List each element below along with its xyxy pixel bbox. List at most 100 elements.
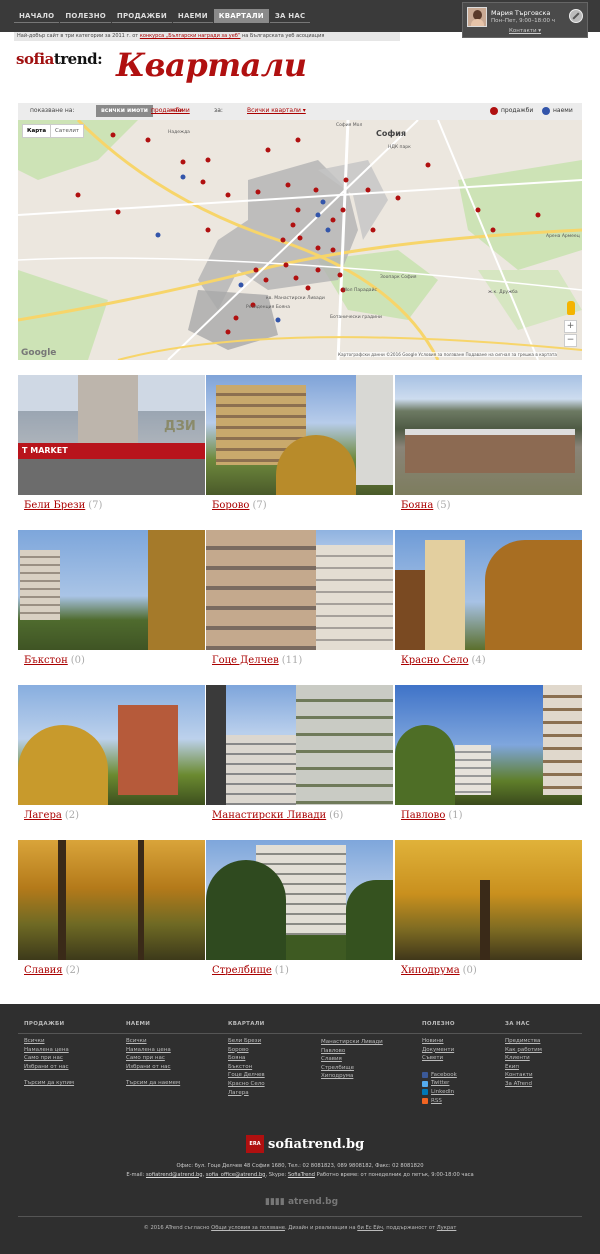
footer-brand[interactable]: ERA sofiatrend.bg [246, 1135, 364, 1153]
district-name[interactable]: Лагера [24, 810, 62, 821]
footer-about-link[interactable]: Как работим [505, 1046, 542, 1055]
map-type-map[interactable]: Карта [23, 125, 52, 137]
district-photo[interactable] [395, 375, 582, 495]
district-tile[interactable]: Стрелбище (1) [206, 840, 393, 976]
footer-about-link[interactable]: За ATrend [505, 1080, 542, 1089]
footer-useful-link[interactable]: Новини [422, 1037, 457, 1046]
footer-rents-link[interactable]: Всички [126, 1037, 180, 1046]
district-name[interactable]: Красно Село [401, 655, 469, 666]
email-link-1[interactable]: sofiatrend@atrend.bg [146, 1172, 203, 1178]
footer-district-link[interactable]: Стрелбище [321, 1064, 383, 1073]
contacts-link-label[interactable]: Контакти [509, 28, 537, 34]
nav-rents[interactable]: НАЕМИ [172, 9, 213, 23]
footer-rents-link[interactable]: Търсим да наемем [126, 1079, 180, 1088]
twitter-label[interactable]: Twitter [431, 1079, 449, 1088]
footer-district-link[interactable]: Манастирски Ливади [321, 1038, 383, 1047]
email-link-2[interactable]: sofia_office@atrend.bg [206, 1172, 266, 1178]
nav-sales[interactable]: ПРОДАЖБИ [111, 9, 172, 23]
district-name[interactable]: Хиподрума [401, 965, 460, 976]
footer-district-link[interactable]: Гоце Делчев [228, 1071, 265, 1080]
contacts-link[interactable]: Контакти ▾ [509, 28, 541, 34]
district-name[interactable]: Павлово [401, 810, 445, 821]
footer-district-link[interactable]: Славия [321, 1055, 383, 1064]
facebook-label[interactable]: Facebook [431, 1071, 457, 1080]
close-icon[interactable] [569, 9, 583, 23]
terms-link[interactable]: Общи условия за ползване [211, 1225, 285, 1231]
atrend-logo[interactable]: ▮▮▮▮ atrend.bg [265, 1197, 338, 1207]
footer-about-link[interactable]: Предимства [505, 1037, 542, 1046]
district-tile[interactable]: Красно Село (4) [395, 530, 582, 666]
footer-sales-link[interactable]: Всички [24, 1037, 74, 1046]
design-link[interactable]: би Ес Ейч [357, 1225, 383, 1231]
footer-district-link[interactable]: Лагера [228, 1089, 265, 1098]
district-tile[interactable]: Борово (7) [206, 375, 393, 511]
footer-district-link[interactable]: Бели Брези [228, 1037, 265, 1046]
footer-useful-link[interactable]: Съвети [422, 1054, 457, 1063]
district-photo[interactable] [206, 840, 393, 960]
district-tile[interactable]: Гоце Делчев (11) [206, 530, 393, 666]
footer-rents-link[interactable]: Само при нас [126, 1054, 180, 1063]
district-tile[interactable]: T MARKET ДЗИ Бели Брези (7) [18, 375, 205, 511]
footer-district-link[interactable]: Бъкстон [228, 1063, 265, 1072]
rss-label[interactable]: RSS [431, 1097, 442, 1106]
footer-useful-link[interactable]: Документи [422, 1046, 457, 1055]
skype-link[interactable]: SofiaTrend [288, 1172, 315, 1178]
map-attribution[interactable]: Картографски данни ©2016 Google Условия … [338, 352, 557, 357]
zoom-out-button[interactable]: − [564, 334, 577, 347]
zoom-in-button[interactable]: + [564, 320, 577, 333]
support-link[interactable]: Лукрат [437, 1225, 457, 1231]
filter-rents-link[interactable]: наеми [170, 107, 190, 114]
footer-district-link[interactable]: Красно Село [228, 1080, 265, 1089]
footer-sales-link[interactable]: Намалена цена [24, 1046, 74, 1055]
pegman-icon[interactable] [567, 301, 575, 315]
district-name[interactable]: Бояна [401, 500, 433, 511]
district-tile[interactable]: Славия (2) [18, 840, 205, 976]
district-name[interactable]: Манастирски Ливади [212, 810, 326, 821]
map-type-satellite[interactable]: Сателит [51, 125, 83, 137]
site-logo[interactable]: sofiatrend: [16, 50, 103, 68]
district-photo[interactable] [18, 530, 205, 650]
rss-link[interactable]: RSS [422, 1097, 457, 1106]
district-tile[interactable]: Хиподрума (0) [395, 840, 582, 976]
footer-sales-link[interactable]: Само при нас [24, 1054, 74, 1063]
district-name[interactable]: Стрелбище [212, 965, 272, 976]
map[interactable]: София София Мол НДК парк Зоопарк София А… [18, 120, 582, 360]
district-photo[interactable] [18, 685, 205, 805]
district-photo[interactable] [395, 685, 582, 805]
linkedin-link[interactable]: LinkedIn [422, 1088, 457, 1097]
filter-all-button[interactable]: всички имоти [96, 105, 153, 117]
footer-district-link[interactable]: Павлово [321, 1047, 383, 1056]
footer-about-link[interactable]: Контакти [505, 1071, 542, 1080]
district-name[interactable]: Славия [24, 965, 63, 976]
nav-districts[interactable]: КВАРТАЛИ [213, 9, 269, 23]
footer-district-link[interactable]: Хиподрума [321, 1072, 383, 1081]
footer-about-link[interactable]: Клиенти [505, 1054, 542, 1063]
footer-sales-link[interactable]: Търсим да купим [24, 1079, 74, 1088]
nav-useful[interactable]: ПОЛЕЗНО [60, 9, 111, 23]
district-tile[interactable]: Лагера (2) [18, 685, 205, 821]
footer-about-link[interactable]: Екип [505, 1063, 542, 1072]
linkedin-label[interactable]: LinkedIn [431, 1088, 454, 1097]
district-photo[interactable] [206, 375, 393, 495]
footer-rents-link[interactable]: Избрани от нас [126, 1063, 180, 1072]
district-photo[interactable] [18, 840, 205, 960]
district-name[interactable]: Бъкстон [24, 655, 68, 666]
district-tile[interactable]: Бъкстон (0) [18, 530, 205, 666]
district-tile[interactable]: Павлово (1) [395, 685, 582, 821]
district-photo[interactable] [206, 530, 393, 650]
district-name[interactable]: Борово [212, 500, 249, 511]
district-photo[interactable]: T MARKET ДЗИ [18, 375, 205, 495]
district-tile[interactable]: Манастирски Ливади (6) [206, 685, 393, 821]
award-link[interactable]: конкурса „Български награди за уеб“ [140, 33, 241, 39]
footer-district-link[interactable]: Борово [228, 1046, 265, 1055]
footer-rents-link[interactable]: Намалена цена [126, 1046, 180, 1055]
nav-home[interactable]: НАЧАЛО [14, 9, 60, 23]
district-photo[interactable] [395, 840, 582, 960]
district-photo[interactable] [395, 530, 582, 650]
footer-sales-link[interactable]: Избрани от нас [24, 1063, 74, 1072]
district-name[interactable]: Бели Брези [24, 500, 85, 511]
district-tile[interactable]: Бояна (5) [395, 375, 582, 511]
district-photo[interactable] [206, 685, 393, 805]
twitter-link[interactable]: Twitter [422, 1079, 457, 1088]
footer-district-link[interactable]: Бояна [228, 1054, 265, 1063]
